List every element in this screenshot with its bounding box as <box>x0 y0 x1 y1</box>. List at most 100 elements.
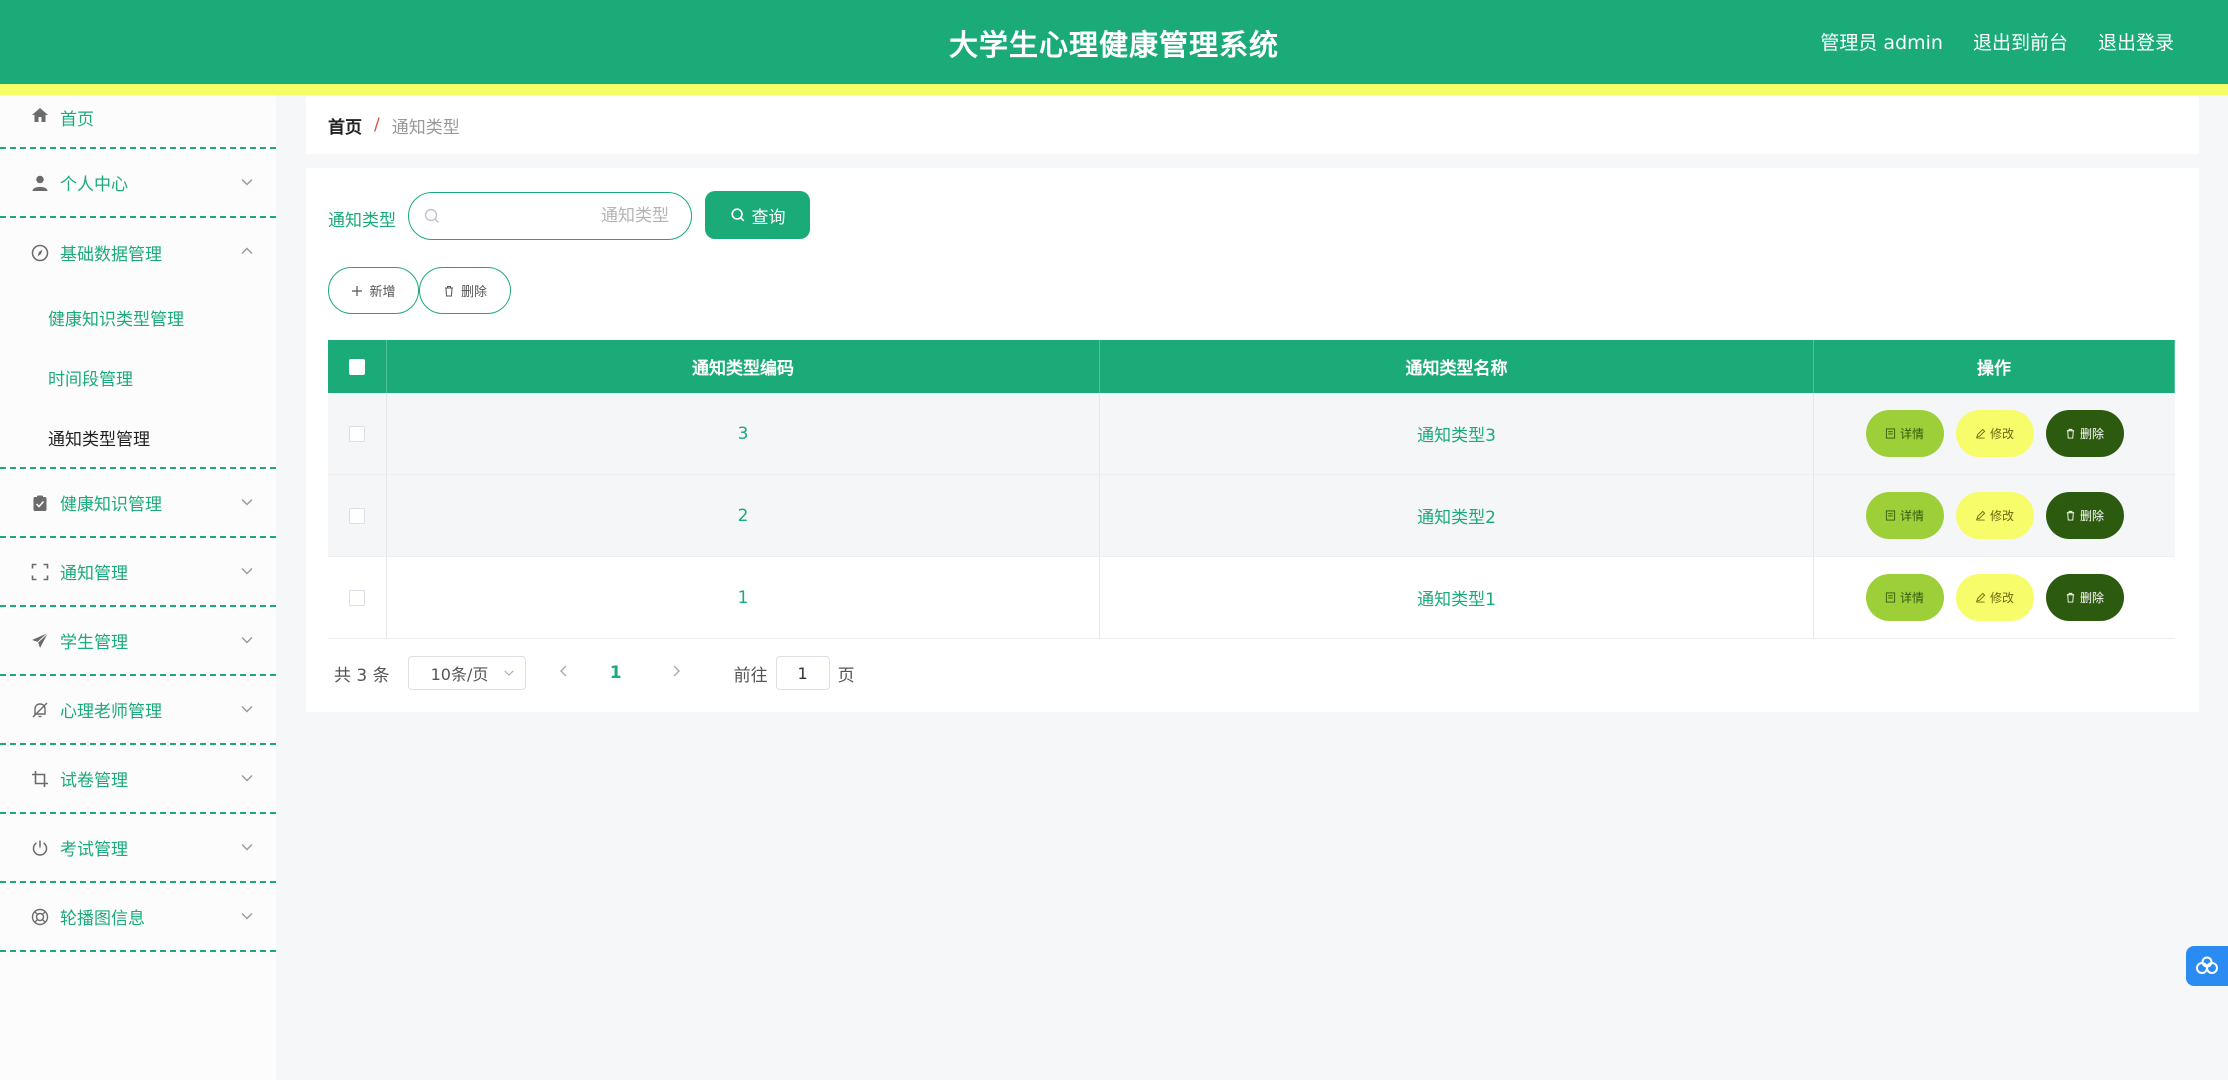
delete-button-label: 删除 <box>2079 427 2104 441</box>
cell-name: 通知类型3 <box>1100 393 1814 474</box>
add-button-label: 新增 <box>369 285 396 300</box>
exit-to-frontend-link[interactable]: 退出到前台 <box>1973 28 2068 55</box>
chevron-up-icon <box>241 247 253 254</box>
breadcrumb-separator: / <box>374 115 380 135</box>
sidebar-item-teacher[interactable]: 心理老师管理 <box>0 676 276 745</box>
document-icon <box>1885 592 1896 603</box>
header-checkbox-cell <box>328 340 387 393</box>
row-checkbox[interactable] <box>349 507 365 524</box>
next-page-button[interactable] <box>654 663 698 683</box>
sidebar-item-personal[interactable]: 个人中心 <box>0 149 276 218</box>
search-icon <box>730 208 744 222</box>
cell-code: 3 <box>387 393 1100 474</box>
sidebar-item-time-slot[interactable]: 时间段管理 <box>0 347 276 407</box>
page-size-value: 10条/页 <box>430 665 489 684</box>
column-header-code[interactable]: 通知类型编码 <box>387 340 1100 393</box>
sidebar-item-label: 个人中心 <box>60 175 128 195</box>
row-checkbox-cell <box>328 475 387 556</box>
logout-link[interactable]: 退出登录 <box>2098 28 2174 55</box>
search-icon <box>424 208 439 223</box>
row-checkbox[interactable] <box>349 589 365 606</box>
sidebar-item-notice[interactable]: 通知管理 <box>0 538 276 607</box>
row-checkbox[interactable] <box>349 425 365 442</box>
notice-type-table: 通知类型编码 通知类型名称 操作 3 通知类型3 详情 修改 删除 2 通知类型… <box>328 340 2175 639</box>
edit-button-label: 修改 <box>1989 591 2014 605</box>
detail-button[interactable]: 详情 <box>1865 410 1944 457</box>
sidebar-item-basic-data[interactable]: 基础数据管理 <box>0 218 276 287</box>
trash-icon <box>2066 428 2075 439</box>
pencil-icon <box>1976 510 1986 521</box>
edit-button[interactable]: 修改 <box>1955 492 2034 539</box>
sidebar-item-label: 首页 <box>60 110 94 130</box>
sidebar-item-knowledge[interactable]: 健康知识管理 <box>0 469 276 538</box>
cell-name: 通知类型2 <box>1100 475 1814 556</box>
edit-button[interactable]: 修改 <box>1955 410 2034 457</box>
page-size-select[interactable]: 10条/页 <box>407 656 526 690</box>
edit-button-label: 修改 <box>1989 509 2014 523</box>
row-actions: 详情 修改 删除 <box>1814 475 2175 556</box>
sidebar-item-student[interactable]: 学生管理 <box>0 607 276 676</box>
delete-button[interactable]: 删除 <box>2045 492 2124 539</box>
pencil-icon <box>1976 592 1986 603</box>
sidebar-item-label: 心理老师管理 <box>60 702 162 722</box>
detail-button-label: 详情 <box>1899 591 1924 605</box>
table-header-row: 通知类型编码 通知类型名称 操作 <box>328 340 2175 393</box>
detail-button[interactable]: 详情 <box>1865 492 1944 539</box>
detail-button[interactable]: 详情 <box>1865 574 1944 621</box>
search-box[interactable] <box>408 192 692 240</box>
cloud-icon <box>2196 956 2218 974</box>
delete-button[interactable]: 删除 <box>2045 574 2124 621</box>
trash-icon <box>2066 510 2075 521</box>
sidebar-item-exam[interactable]: 考试管理 <box>0 814 276 883</box>
delete-button-label: 删除 <box>2079 509 2104 523</box>
header-accent-stripe <box>0 84 2228 95</box>
compass-icon <box>30 243 50 263</box>
sidebar-item-label: 基础数据管理 <box>60 245 162 265</box>
page-number-current[interactable]: 1 <box>594 663 638 683</box>
select-all-checkbox[interactable] <box>349 358 365 375</box>
edit-button-label: 修改 <box>1989 427 2014 441</box>
edit-button[interactable]: 修改 <box>1955 574 2034 621</box>
admin-user-label[interactable]: 管理员 admin <box>1820 28 1943 55</box>
batch-delete-button[interactable]: 删除 <box>419 267 511 314</box>
notice-type-search-input[interactable] <box>451 205 671 227</box>
sidebar-item-label: 学生管理 <box>60 633 128 653</box>
floating-cloud-badge[interactable] <box>2186 946 2228 986</box>
cell-name: 通知类型1 <box>1100 557 1814 638</box>
sidebar-item-home[interactable]: 首页 <box>0 95 276 149</box>
sidebar-item-notice-type[interactable]: 通知类型管理 <box>0 407 276 467</box>
chevron-down-icon <box>241 179 253 186</box>
home-icon <box>30 105 50 125</box>
chevron-down-icon <box>503 670 514 676</box>
delete-button[interactable]: 删除 <box>2045 410 2124 457</box>
sidebar-item-carousel[interactable]: 轮播图信息 <box>0 883 276 952</box>
document-icon <box>1885 428 1896 439</box>
trash-icon <box>2066 592 2075 603</box>
prev-page-button[interactable] <box>542 663 586 683</box>
row-actions: 详情 修改 删除 <box>1814 393 2175 474</box>
sidebar-item-paper[interactable]: 试卷管理 <box>0 745 276 814</box>
add-button[interactable]: 新增 <box>328 267 419 314</box>
table-row: 2 通知类型2 详情 修改 删除 <box>328 475 2175 557</box>
delete-button-label: 删除 <box>2079 591 2104 605</box>
table-row: 3 通知类型3 详情 修改 删除 <box>328 393 2175 475</box>
plus-icon <box>352 285 363 296</box>
goto-page-input[interactable]: 1 <box>775 656 830 690</box>
chevron-down-icon <box>241 844 253 851</box>
sidebar-item-knowledge-type[interactable]: 健康知识类型管理 <box>0 287 276 347</box>
breadcrumb-home[interactable]: 首页 <box>328 113 362 138</box>
paper-plane-icon <box>30 631 50 651</box>
chevron-down-icon <box>241 637 253 644</box>
user-icon <box>30 173 50 193</box>
search-label: 通知类型 <box>328 211 396 231</box>
power-icon <box>30 838 50 858</box>
fullscreen-icon <box>30 562 50 582</box>
detail-button-label: 详情 <box>1899 427 1924 441</box>
chevron-left-icon <box>559 665 567 677</box>
detail-button-label: 详情 <box>1899 509 1924 523</box>
sidebar: 首页 个人中心 基础数据管理 健康知识类型管理 时间段管理 通知类型管理 健康知… <box>0 95 276 1080</box>
column-header-name[interactable]: 通知类型名称 <box>1100 340 1814 393</box>
cell-code: 2 <box>387 475 1100 556</box>
query-button[interactable]: 查询 <box>705 191 810 239</box>
sidebar-item-label: 轮播图信息 <box>60 909 145 929</box>
